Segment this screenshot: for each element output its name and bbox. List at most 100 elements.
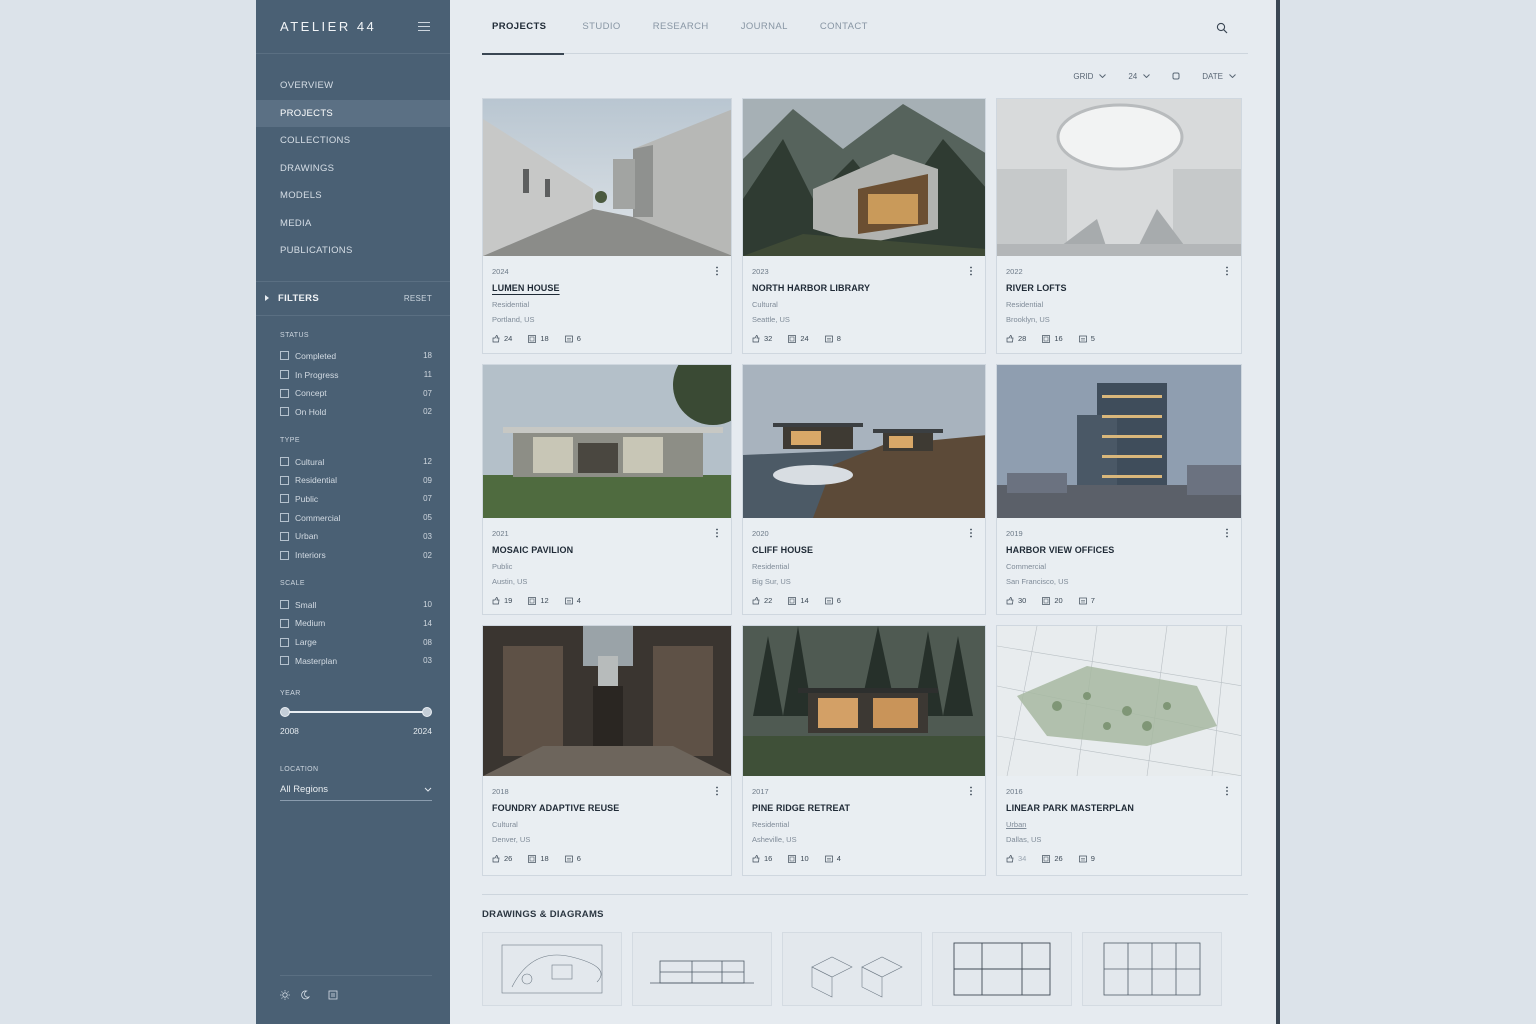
drawing-thumbnail-axonometric[interactable] — [782, 932, 922, 1006]
tab-research[interactable]: RESEARCH — [653, 0, 709, 54]
project-title[interactable]: MOSAIC PAVILION — [492, 545, 721, 555]
filter-option[interactable]: Small 10 — [280, 595, 432, 614]
project-card[interactable]: 2023 NORTH HARBOR LIBRARY Cultural Seatt… — [742, 98, 986, 354]
checkbox[interactable] — [280, 637, 289, 647]
images-stat: 10 — [788, 854, 809, 863]
year-range-slider[interactable] — [280, 705, 432, 719]
hamburger-menu-icon[interactable] — [418, 22, 430, 31]
project-card[interactable]: 2018 FOUNDRY ADAPTIVE REUSE Cultural Den… — [482, 625, 732, 876]
tab-projects[interactable]: PROJECTS — [481, 0, 565, 55]
more-options-icon[interactable] — [1225, 528, 1229, 538]
filter-option[interactable]: Completed 18 — [280, 347, 432, 366]
checkbox[interactable] — [280, 494, 289, 504]
project-card[interactable]: 2024 LUMEN HOUSE Residential Portland, U… — [482, 98, 732, 354]
tab-contact[interactable]: CONTACT — [820, 0, 868, 54]
drawing-thumbnail-site-plan[interactable] — [482, 932, 622, 1006]
project-title[interactable]: LINEAR PARK MASTERPLAN — [1006, 803, 1231, 813]
year-range-labels: 2008 2024 — [280, 726, 432, 736]
checkbox[interactable] — [280, 550, 289, 560]
image-icon — [528, 854, 537, 863]
filter-group-title: SCALE — [280, 580, 305, 588]
sidebar-item-collections[interactable]: COLLECTIONS — [256, 127, 450, 155]
project-title[interactable]: RIVER LOFTS — [1006, 283, 1231, 293]
sun-icon[interactable] — [280, 990, 290, 1000]
slider-min-handle[interactable] — [280, 707, 290, 718]
project-location: Portland, US — [492, 315, 535, 324]
project-title[interactable]: HARBOR VIEW OFFICES — [1006, 545, 1231, 555]
checkbox[interactable] — [280, 351, 289, 361]
filter-option[interactable]: Interiors 02 — [280, 546, 432, 565]
checkbox[interactable] — [280, 370, 289, 380]
checkbox[interactable] — [280, 407, 289, 417]
drawings-section: DRAWINGS & DIAGRAMS — [482, 894, 1248, 1006]
project-card[interactable]: 2022 RIVER LOFTS Residential Brooklyn, U… — [996, 98, 1242, 354]
checkbox[interactable] — [280, 656, 289, 666]
more-options-icon[interactable] — [969, 266, 973, 276]
like-icon — [492, 596, 500, 604]
more-options-icon[interactable] — [1225, 266, 1229, 276]
moon-icon[interactable] — [300, 990, 310, 1000]
project-title[interactable]: CLIFF HOUSE — [752, 545, 975, 555]
sidebar-item-media[interactable]: MEDIA — [256, 210, 450, 238]
more-options-icon[interactable] — [715, 528, 719, 538]
view-mode-dropdown[interactable]: GRID — [1073, 72, 1107, 81]
filter-option[interactable]: Cultural 12 — [280, 452, 432, 471]
sidebar-item-drawings[interactable]: DRAWINGS — [256, 155, 450, 183]
project-card[interactable]: 2016 LINEAR PARK MASTERPLAN Urban Dallas… — [996, 625, 1242, 876]
sidebar-item-publications[interactable]: PUBLICATIONS — [256, 237, 450, 265]
checkbox[interactable] — [280, 618, 289, 628]
checkbox[interactable] — [280, 475, 289, 485]
more-options-icon[interactable] — [715, 786, 719, 796]
filter-option[interactable]: In Progress 11 — [280, 365, 432, 384]
checkbox[interactable] — [280, 513, 289, 523]
project-title[interactable]: FOUNDRY ADAPTIVE REUSE — [492, 803, 721, 813]
tab-journal[interactable]: JOURNAL — [741, 0, 788, 54]
panel-icon[interactable] — [328, 990, 338, 1000]
more-options-icon[interactable] — [715, 266, 719, 276]
likes-count: 19 — [504, 596, 513, 605]
per-page-dropdown[interactable]: 24 — [1128, 72, 1151, 81]
tab-studio[interactable]: STUDIO — [582, 0, 620, 54]
refresh-button[interactable] — [1172, 72, 1180, 80]
project-card[interactable]: 2017 PINE RIDGE RETREAT Residential Ashe… — [742, 625, 986, 876]
filter-option[interactable]: Public 07 — [280, 490, 432, 509]
collapse-chevron-icon[interactable] — [264, 295, 270, 301]
more-options-icon[interactable] — [1225, 786, 1229, 796]
sidebar-item-models[interactable]: MODELS — [256, 182, 450, 210]
sort-dropdown[interactable]: DATE — [1202, 72, 1236, 81]
drawing-thumbnail-floor-plan[interactable] — [932, 932, 1072, 1006]
images-count: 20 — [1054, 596, 1063, 605]
checkbox[interactable] — [280, 388, 289, 398]
more-options-icon[interactable] — [969, 528, 973, 538]
project-title[interactable]: PINE RIDGE RETREAT — [752, 803, 975, 813]
image-icon — [788, 854, 797, 863]
project-title[interactable]: NORTH HARBOR LIBRARY — [752, 283, 975, 293]
location-select[interactable]: All Regions — [280, 783, 432, 802]
filter-option[interactable]: Masterplan 03 — [280, 651, 432, 670]
project-title[interactable]: LUMEN HOUSE — [492, 283, 721, 293]
project-card[interactable]: 2019 HARBOR VIEW OFFICES Commercial San … — [996, 364, 1242, 615]
filter-option[interactable]: Commercial 05 — [280, 508, 432, 527]
filter-label: Concept — [295, 388, 327, 399]
filter-option[interactable]: Urban 03 — [280, 527, 432, 546]
reset-filters-button[interactable]: RESET — [404, 294, 432, 303]
filter-option[interactable]: On Hold 02 — [280, 403, 432, 422]
images-count: 18 — [540, 854, 549, 863]
slider-max-handle[interactable] — [422, 707, 432, 718]
sidebar-item-overview[interactable]: OVERVIEW — [256, 72, 450, 100]
filter-option[interactable]: Large 08 — [280, 633, 432, 652]
project-card[interactable]: 2021 MOSAIC PAVILION Public Austin, US 1… — [482, 364, 732, 615]
filter-option[interactable]: Residential 09 — [280, 471, 432, 490]
project-card[interactable]: 2020 CLIFF HOUSE Residential Big Sur, US… — [742, 364, 986, 615]
drawing-thumbnail-section[interactable] — [632, 932, 772, 1006]
more-options-icon[interactable] — [969, 786, 973, 796]
checkbox[interactable] — [280, 457, 289, 467]
search-icon[interactable] — [1216, 22, 1228, 34]
checkbox[interactable] — [280, 531, 289, 541]
sidebar-item-projects[interactable]: PROJECTS — [256, 99, 450, 127]
checkbox[interactable] — [280, 600, 289, 610]
filter-option[interactable]: Medium 14 — [280, 614, 432, 633]
drawing-thumbnail-unit-plans[interactable] — [1082, 932, 1222, 1006]
project-thumbnail-cliff-house — [743, 365, 985, 518]
filter-option[interactable]: Concept 07 — [280, 384, 432, 403]
